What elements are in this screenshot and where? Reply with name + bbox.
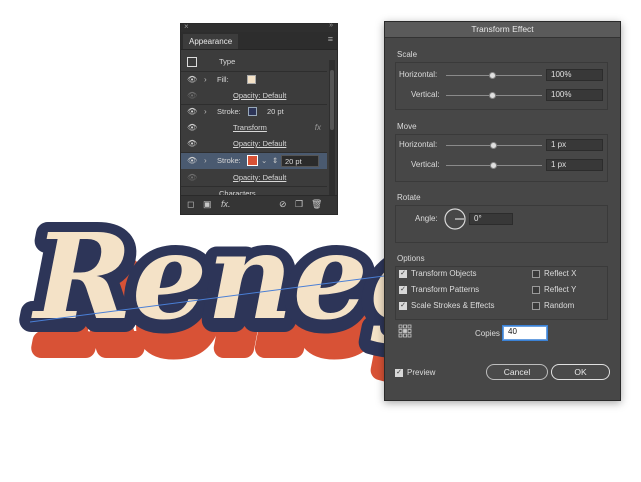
stroke-swatch-selected[interactable] — [247, 155, 258, 166]
row-stroke-2-opacity[interactable]: 👁 Opacity: Default — [181, 170, 327, 186]
visibility-eye-icon[interactable]: 👁 — [187, 136, 197, 152]
transform-effect-link[interactable]: Transform — [233, 120, 267, 136]
scale-vertical-label: Vertical: — [411, 90, 440, 99]
visibility-eye-icon[interactable]: 👁 — [187, 170, 197, 186]
tab-appearance[interactable]: Appearance — [183, 34, 239, 49]
copies-label: Copies — [475, 329, 500, 338]
preview-label[interactable]: Preview — [407, 368, 435, 377]
chevron-down-icon[interactable]: › — [204, 72, 207, 88]
scale-strokes-checkbox[interactable]: ✓ — [399, 302, 407, 310]
random-label[interactable]: Random — [544, 301, 574, 310]
transform-patterns-checkbox[interactable]: ✓ — [399, 286, 407, 294]
stroke-opacity-label[interactable]: Opacity: Default — [233, 170, 286, 186]
move-vertical-knob[interactable] — [490, 162, 497, 169]
transform-objects-checkbox[interactable]: ✓ — [399, 270, 407, 278]
angle-label: Angle: — [415, 214, 438, 223]
transform-objects-label[interactable]: Transform Objects — [411, 269, 477, 278]
new-art-icon[interactable]: ◻ — [187, 199, 194, 210]
move-vertical-input[interactable]: 1 px — [546, 159, 603, 171]
scale-strokes-label[interactable]: Scale Strokes & Effects — [411, 301, 494, 310]
panel-titlebar[interactable]: × » — [181, 22, 337, 32]
chevron-down-icon[interactable]: ⌄ — [261, 153, 267, 169]
collapse-icon[interactable]: » — [329, 22, 333, 29]
row-fill[interactable]: 👁 › Fill: — [181, 72, 327, 88]
clear-appearance-icon[interactable]: ⊘ — [279, 199, 287, 210]
row-transform[interactable]: 👁 Transform fx — [181, 120, 327, 136]
visibility-eye-icon[interactable]: 👁 — [187, 153, 197, 169]
move-section-title: Move — [397, 122, 417, 131]
move-vertical-label: Vertical: — [411, 160, 440, 169]
row-stroke-label: Stroke: — [217, 107, 241, 116]
row-stroke-1[interactable]: 👁 › Stroke: 20 pt — [181, 104, 327, 120]
random-checkbox[interactable] — [532, 302, 540, 310]
row-fill-opacity[interactable]: 👁 Opacity: Default — [181, 88, 327, 104]
dialog-title: Transform Effect — [385, 22, 620, 38]
row-stroke-1-opacity[interactable]: 👁 Opacity: Default — [181, 136, 327, 152]
move-horizontal-knob[interactable] — [490, 142, 497, 149]
delete-item-icon[interactable]: 🗑 — [311, 199, 322, 210]
close-icon[interactable]: × — [184, 22, 189, 31]
transform-effect-dialog: Transform Effect Scale Horizontal: 100% … — [384, 21, 621, 401]
visibility-eye-icon[interactable]: 👁 — [187, 72, 197, 88]
rotate-section-title: Rotate — [397, 193, 421, 202]
reflect-x-checkbox[interactable] — [532, 270, 540, 278]
row-type-label: Type — [219, 57, 236, 66]
fill-opacity-label[interactable]: Opacity: Default — [233, 88, 286, 104]
copies-input[interactable]: 40 — [503, 326, 547, 340]
preview-checkbox[interactable]: ✓ — [395, 369, 403, 377]
row-type[interactable]: Type — [181, 54, 327, 70]
panel-footer-toolbar: ◻ ▣ fx. ⊘ ❐ 🗑 — [181, 195, 337, 214]
scale-horizontal-label: Horizontal: — [399, 70, 438, 79]
move-horizontal-input[interactable]: 1 px — [546, 139, 603, 151]
duplicate-item-icon[interactable]: ❐ — [295, 199, 303, 210]
ok-button[interactable]: OK — [551, 364, 610, 380]
type-thumbnail-icon — [187, 57, 197, 67]
visibility-eye-icon[interactable]: 👁 — [187, 104, 197, 120]
transform-patterns-label[interactable]: Transform Patterns — [411, 285, 479, 294]
scale-vertical-knob[interactable] — [489, 92, 496, 99]
reflect-x-label[interactable]: Reflect X — [544, 269, 576, 278]
row-fill-label: Fill: — [217, 75, 229, 84]
cancel-button[interactable]: Cancel — [486, 364, 548, 380]
hamburger-icon[interactable]: ≡ — [328, 34, 333, 44]
add-fill-icon[interactable]: ▣ — [203, 199, 212, 210]
reflect-y-checkbox[interactable] — [532, 286, 540, 294]
scale-horizontal-input[interactable]: 100% — [546, 69, 603, 81]
fx-icon[interactable]: fx — [315, 120, 321, 136]
stepper-icon[interactable]: ⇕ — [272, 153, 278, 169]
reflect-y-label[interactable]: Reflect Y — [544, 285, 576, 294]
add-effect-icon[interactable]: fx. — [221, 199, 231, 209]
move-horizontal-label: Horizontal: — [399, 140, 438, 149]
stroke-weight[interactable]: 20 pt — [267, 104, 284, 120]
scale-section-title: Scale — [397, 50, 418, 59]
chevron-down-icon[interactable]: › — [204, 153, 207, 169]
visibility-eye-icon[interactable]: 👁 — [187, 120, 197, 136]
row-stroke-label: Stroke: — [217, 156, 241, 165]
stroke-weight-field[interactable]: 20 pt — [281, 155, 319, 167]
chevron-down-icon[interactable]: › — [204, 104, 207, 120]
stroke-swatch[interactable] — [248, 107, 257, 116]
panel-scrollbar[interactable] — [329, 60, 335, 198]
scrollbar-thumb[interactable] — [330, 70, 334, 130]
appearance-panel: × » Appearance ≡ Type 👁 › Fill: 👁 Opacit… — [180, 22, 338, 215]
panel-tabs: Appearance ≡ — [181, 32, 337, 50]
angle-input[interactable]: 0° — [469, 213, 513, 225]
row-stroke-2[interactable]: 👁 › Stroke: ⌄ ⇕ 20 pt — [181, 153, 327, 169]
fill-swatch[interactable] — [247, 75, 256, 84]
scale-horizontal-knob[interactable] — [489, 72, 496, 79]
stroke-opacity-label[interactable]: Opacity: Default — [233, 136, 286, 152]
options-section-title: Options — [397, 254, 425, 263]
visibility-eye-icon[interactable]: 👁 — [187, 88, 197, 104]
scale-vertical-input[interactable]: 100% — [546, 89, 603, 101]
angle-dial-icon[interactable] — [443, 207, 467, 231]
reference-point-icon[interactable] — [398, 324, 412, 338]
